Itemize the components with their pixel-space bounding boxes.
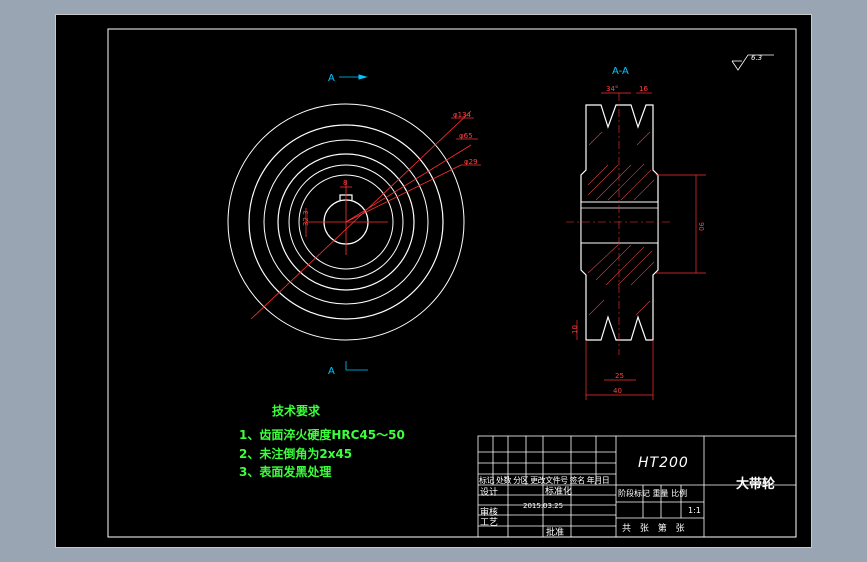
section-label-bottom: A — [328, 366, 335, 377]
scale-value: 1:1 — [688, 506, 701, 515]
dim-bottom-mid: 25 — [615, 372, 624, 380]
dim-d3: φ29 — [464, 158, 478, 166]
section-label-top: A — [328, 73, 335, 84]
dim-overall-width: 40 — [613, 387, 622, 395]
dim-d2: φ65 — [459, 132, 473, 140]
sheet-label: 共 张 第 张 — [622, 524, 688, 534]
part-name: 大带轮 — [736, 477, 776, 492]
finish-value: 6.3 — [751, 54, 762, 62]
tech-req-item-1: 1、齿面淬火硬度HRC45～50 — [239, 428, 405, 442]
section-title: A-A — [612, 66, 629, 77]
section-view: 34° 16 90 10 25 40 — [566, 85, 706, 400]
dim-d1: φ134 — [453, 111, 472, 119]
dim-bottom-left: 10 — [571, 325, 579, 334]
dim-top-right: 16 — [639, 85, 648, 93]
date-value: 2015.03.25 — [523, 502, 564, 510]
inner-frame — [107, 28, 797, 538]
center-ray-3 — [345, 164, 462, 223]
section-dims — [576, 92, 706, 400]
process-label: 工艺 — [480, 518, 499, 528]
dim-keyway-width: 8 — [343, 179, 347, 187]
material-label: HT200 — [638, 455, 689, 471]
approve-label: 批准 — [546, 528, 565, 538]
dim-top-width: 34° — [606, 85, 618, 93]
drawing-canvas: φ134 φ65 φ29 8 32.3 A A A-A 6.3 34° 16 9… — [55, 14, 812, 548]
surface-finish-symbol: 6.3 — [731, 54, 774, 71]
tech-req-title: 技术要求 — [272, 404, 321, 418]
stage-weight-scale-label: 阶段标记 重量 比例 — [618, 489, 688, 498]
tech-req-item-2: 2、未注倒角为2x45 — [239, 447, 353, 461]
dim-height-right: 90 — [697, 222, 705, 231]
dim-keyway-depth: 32.3 — [302, 210, 310, 226]
standardization-label: 标准化 — [545, 487, 573, 497]
tech-req-item-3: 3、表面发黑处理 — [239, 465, 332, 479]
designer-label: 设计 — [480, 488, 499, 498]
cad-drawing: φ134 φ65 φ29 8 32.3 A A A-A 6.3 34° 16 9… — [107, 28, 797, 538]
